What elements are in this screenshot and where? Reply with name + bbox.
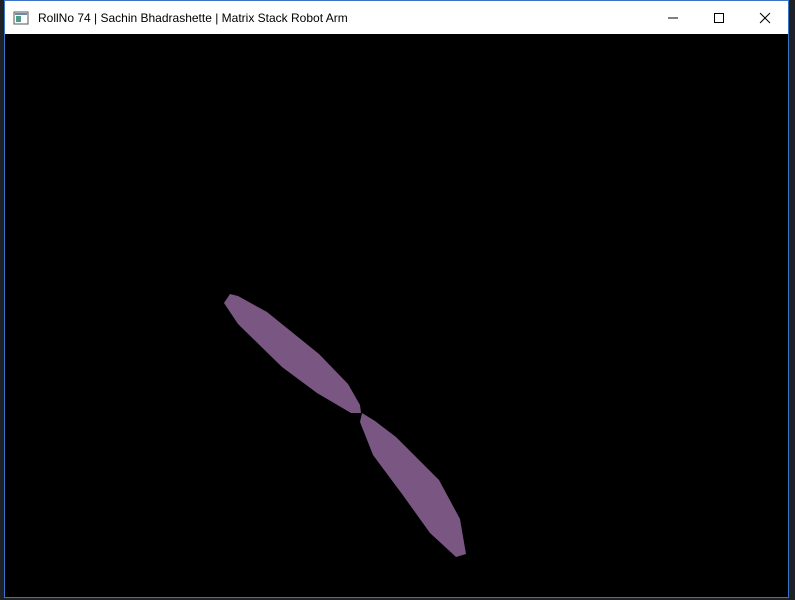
title-bar[interactable]: RollNo 74 | Sachin Bhadrashette | Matrix… [5, 1, 788, 34]
robot-arm-scene [224, 294, 466, 557]
opengl-canvas[interactable] [5, 34, 788, 597]
desktop: RollNo 74 | Sachin Bhadrashette | Matrix… [0, 0, 795, 600]
upper-arm [224, 294, 361, 413]
window-controls [650, 1, 788, 34]
maximize-icon [714, 12, 724, 23]
minimize-icon [668, 17, 678, 18]
app-icon [13, 10, 29, 26]
app-window: RollNo 74 | Sachin Bhadrashette | Matrix… [4, 0, 789, 598]
window-title: RollNo 74 | Sachin Bhadrashette | Matrix… [38, 10, 348, 25]
forearm [360, 413, 466, 557]
maximize-button[interactable] [696, 1, 742, 34]
minimize-button[interactable] [650, 1, 696, 34]
close-icon [759, 12, 771, 23]
close-button[interactable] [742, 1, 788, 34]
